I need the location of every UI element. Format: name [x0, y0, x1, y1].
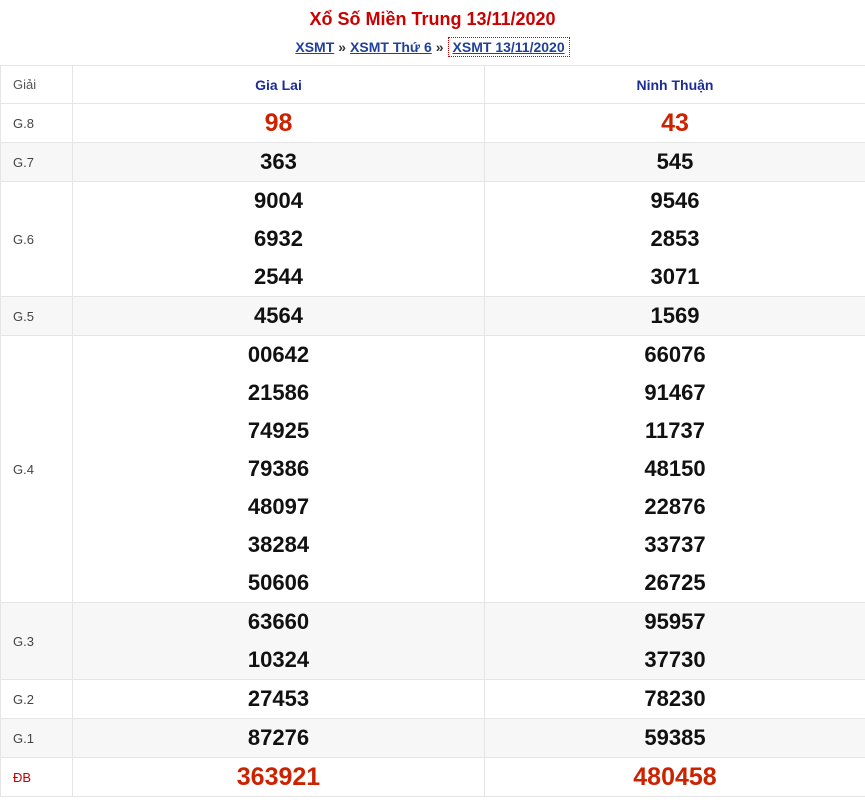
- table-row: G.7 363 545: [0, 142, 865, 182]
- table-row: G.3 63660 10324 95957 37730: [0, 602, 865, 680]
- breadcrumb-link-xsmt[interactable]: XSMT: [295, 39, 334, 55]
- prize-number: 63660: [247, 609, 310, 634]
- prize-number: 363921: [236, 763, 321, 791]
- prize-number: 9546: [650, 188, 700, 213]
- prize-cell-gia-lai: 98: [72, 103, 485, 143]
- prize-number: 74925: [247, 418, 310, 443]
- prize-number: 00642: [247, 342, 310, 367]
- prize-number: 6932: [254, 226, 303, 251]
- prize-number: 48150: [644, 456, 706, 481]
- column-header-prize: Giải: [0, 65, 73, 104]
- breadcrumb-link-current-date[interactable]: XSMT 13/11/2020: [447, 37, 570, 57]
- table-row: G.6 9004 6932 2544 9546 2853 3071: [0, 181, 865, 297]
- prize-number: 4564: [254, 303, 303, 328]
- prize-cell-ninh-thuan: 95957 37730: [484, 602, 865, 680]
- prize-cell-ninh-thuan: 59385: [484, 718, 865, 758]
- prize-number: 3071: [650, 264, 700, 289]
- prize-number: 2544: [254, 264, 303, 289]
- prize-number: 10324: [247, 647, 310, 672]
- table-row: G.4 00642 21586 74925 79386 48097 38284 50606 66…: [0, 335, 865, 603]
- prize-label: G.7: [0, 142, 73, 182]
- prize-cell-ninh-thuan: 66076 91467 11737 48150 22876 33737 26725: [484, 335, 865, 603]
- prize-number: 43: [661, 109, 689, 137]
- prize-cell-ninh-thuan: 43: [484, 103, 865, 143]
- table-row: ĐB 363921 480458: [0, 757, 865, 797]
- breadcrumb-separator: »: [435, 39, 444, 55]
- prize-number: 480458: [633, 763, 717, 791]
- table-row: G.2 27453 78230: [0, 679, 865, 719]
- breadcrumb-link-xsmt-thu6[interactable]: XSMT Thứ 6: [350, 39, 432, 55]
- prize-label: G.4: [0, 335, 73, 603]
- prize-number: 98: [264, 109, 293, 137]
- prize-cell-gia-lai: 27453: [72, 679, 485, 719]
- prize-label: G.8: [0, 103, 73, 143]
- page-header: Xổ Số Miền Trung 13/11/2020 XSMT» XSMT Th…: [0, 0, 865, 65]
- prize-number: 2853: [650, 226, 700, 251]
- prize-cell-ninh-thuan: 1569: [484, 296, 865, 336]
- prize-number: 21586: [247, 380, 310, 405]
- prize-cell-gia-lai: 00642 21586 74925 79386 48097 38284 50606: [72, 335, 485, 603]
- table-row: G.8 98 43: [0, 103, 865, 143]
- prize-number: 37730: [644, 647, 706, 672]
- prize-cell-gia-lai: 363921: [72, 757, 485, 797]
- prize-number: 79386: [247, 456, 310, 481]
- prize-number: 95957: [644, 609, 706, 634]
- prize-number: 48097: [247, 494, 310, 519]
- table-row: G.5 4564 1569: [0, 296, 865, 336]
- prize-label: G.5: [0, 296, 73, 336]
- prize-number: 59385: [644, 725, 706, 750]
- prize-number: 22876: [644, 494, 706, 519]
- table-header-row: Giải Gia Lai Ninh Thuận: [0, 65, 865, 104]
- prize-number: 50606: [247, 570, 310, 595]
- prize-cell-gia-lai: 9004 6932 2544: [72, 181, 485, 297]
- column-header-ninh-thuan: Ninh Thuận: [484, 65, 865, 104]
- prize-cell-ninh-thuan: 480458: [484, 757, 865, 797]
- prize-number: 91467: [644, 380, 706, 405]
- prize-number: 38284: [247, 532, 310, 557]
- prize-number: 545: [656, 149, 694, 174]
- prize-number: 66076: [644, 342, 706, 367]
- prize-label: G.6: [0, 181, 73, 297]
- breadcrumb: XSMT» XSMT Thứ 6» XSMT 13/11/2020: [0, 36, 865, 58]
- prize-cell-gia-lai: 363: [72, 142, 485, 182]
- prize-cell-ninh-thuan: 545: [484, 142, 865, 182]
- prize-number: 33737: [644, 532, 706, 557]
- prize-number: 11737: [645, 418, 705, 443]
- prize-number: 1569: [650, 303, 700, 328]
- prize-cell-gia-lai: 87276: [72, 718, 485, 758]
- prize-number: 27453: [247, 686, 310, 711]
- prize-label: G.1: [0, 718, 73, 758]
- prize-label: ĐB: [0, 757, 73, 797]
- prize-cell-gia-lai: 4564: [72, 296, 485, 336]
- prize-number: 363: [260, 149, 297, 174]
- results-table: Giải Gia Lai Ninh Thuận G.8 98 43 G.7 363 545…: [0, 65, 865, 797]
- prize-number: 87276: [247, 725, 310, 750]
- prize-cell-ninh-thuan: 9546 2853 3071: [484, 181, 865, 297]
- table-row: G.1 87276 59385: [0, 718, 865, 758]
- prize-number: 9004: [254, 188, 303, 213]
- page-title: Xổ Số Miền Trung 13/11/2020: [309, 9, 556, 29]
- prize-number: 78230: [644, 686, 706, 711]
- prize-cell-gia-lai: 63660 10324: [72, 602, 485, 680]
- breadcrumb-separator: »: [338, 39, 347, 55]
- column-header-gia-lai: Gia Lai: [72, 65, 485, 104]
- prize-label: G.3: [0, 602, 73, 680]
- prize-number: 26725: [644, 570, 706, 595]
- prize-cell-ninh-thuan: 78230: [484, 679, 865, 719]
- prize-label: G.2: [0, 679, 73, 719]
